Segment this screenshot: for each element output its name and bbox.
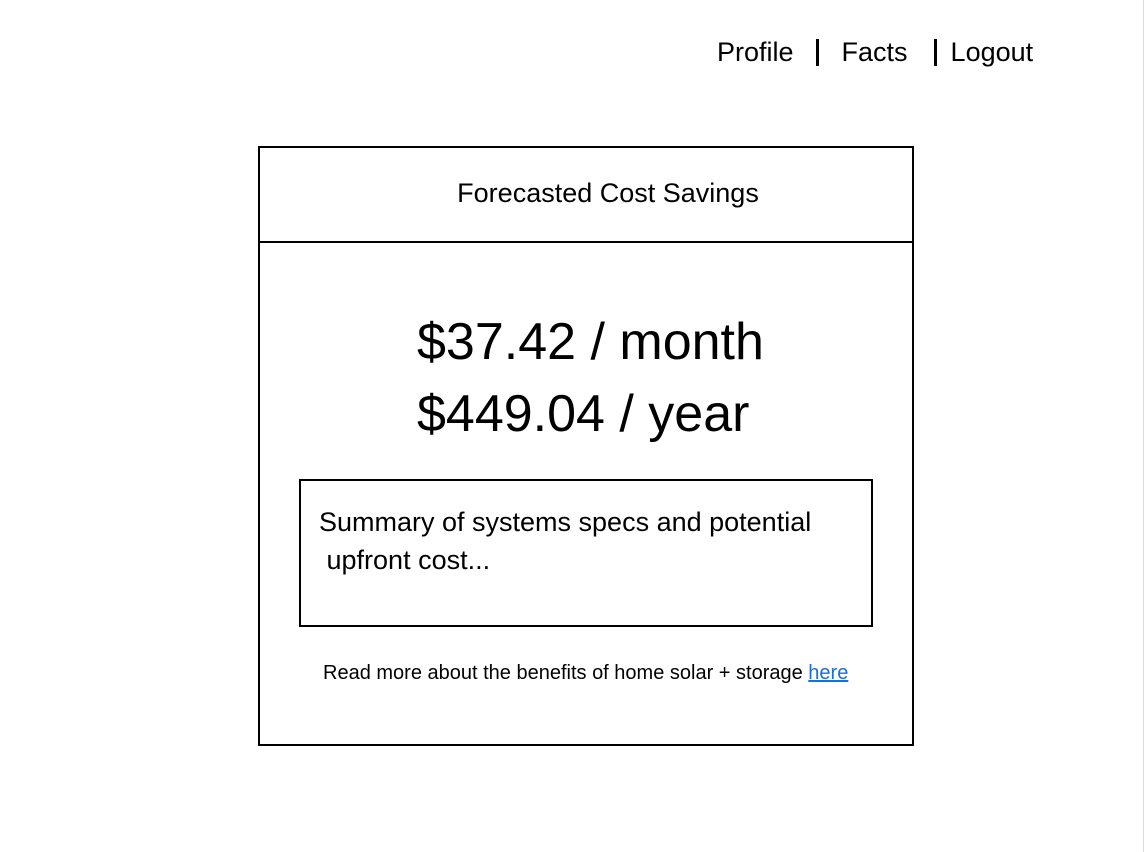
card-title: Forecasted Cost Savings [457,178,759,208]
summary-text: Summary of systems specs and potential u… [319,507,812,575]
top-navigation: Profile Facts Logout [717,35,1033,69]
window-edge [1143,0,1144,852]
page: Profile Facts Logout Forecasted Cost Sav… [0,0,1146,852]
nav-divider [815,38,819,66]
read-more-link[interactable]: here [808,662,848,684]
card-header: Forecasted Cost Savings [260,148,912,243]
savings-amounts: $37.42 / month $449.04 / year [417,306,764,450]
read-more-line: Read more about the benefits of home sol… [323,661,848,685]
summary-box: Summary of systems specs and potential u… [299,479,873,627]
nav-divider [933,38,937,66]
yearly-savings: $449.04 / year [417,385,750,443]
nav-facts-link[interactable]: Facts [842,36,908,68]
read-more-text: Read more about the benefits of home sol… [323,662,809,684]
monthly-savings: $37.42 / month [417,313,764,371]
nav-profile-link[interactable]: Profile [717,36,794,68]
cost-savings-card: Forecasted Cost Savings $37.42 / month $… [258,146,914,746]
nav-logout-link[interactable]: Logout [951,36,1034,68]
